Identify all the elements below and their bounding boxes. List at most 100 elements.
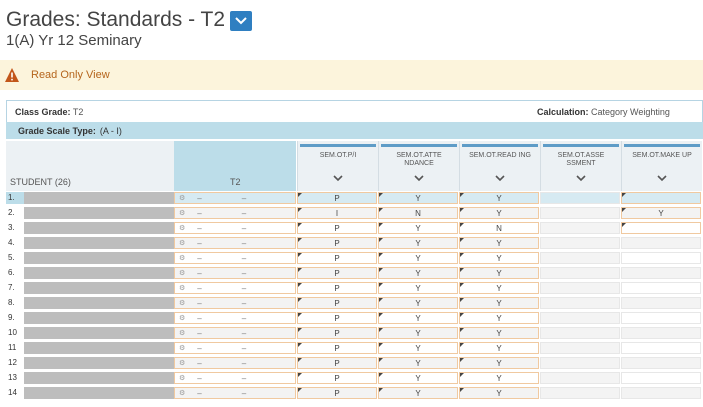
- standard-score-cell[interactable]: Y: [378, 267, 458, 279]
- standard-score-cell[interactable]: [621, 192, 701, 204]
- standard-score-cell[interactable]: [540, 237, 620, 249]
- gear-icon[interactable]: ⚙: [179, 374, 185, 382]
- student-name-redacted[interactable]: [24, 237, 174, 249]
- gear-icon[interactable]: ⚙: [179, 314, 185, 322]
- standard-score-cell[interactable]: [540, 297, 620, 309]
- standard-score-cell[interactable]: [540, 342, 620, 354]
- t2-grade-cell[interactable]: ⚙ – –: [174, 297, 296, 309]
- student-name-redacted[interactable]: [24, 267, 174, 279]
- standard-score-cell[interactable]: [540, 312, 620, 324]
- standard-score-cell[interactable]: P: [297, 282, 377, 294]
- standard-score-cell[interactable]: Y: [459, 387, 539, 399]
- standard-score-cell[interactable]: [621, 237, 701, 249]
- t2-grade-cell[interactable]: ⚙ – –: [174, 327, 296, 339]
- standard-score-cell[interactable]: Y: [378, 342, 458, 354]
- standard-score-cell[interactable]: Y: [459, 282, 539, 294]
- t2-grade-cell[interactable]: ⚙ – –: [174, 282, 296, 294]
- standard-score-cell[interactable]: P: [297, 387, 377, 399]
- gear-icon[interactable]: ⚙: [179, 284, 185, 292]
- standard-score-cell[interactable]: P: [297, 297, 377, 309]
- standard-score-cell[interactable]: Y: [378, 372, 458, 384]
- standard-score-cell[interactable]: Y: [378, 222, 458, 234]
- standard-score-cell[interactable]: Y: [459, 357, 539, 369]
- standard-score-cell[interactable]: [540, 192, 620, 204]
- standard-score-cell[interactable]: Y: [378, 312, 458, 324]
- standard-score-cell[interactable]: [621, 222, 701, 234]
- standard-score-cell[interactable]: [540, 327, 620, 339]
- standard-column-header[interactable]: SEM.OT.READ ING: [459, 141, 540, 191]
- standard-score-cell[interactable]: P: [297, 357, 377, 369]
- standard-score-cell[interactable]: [621, 372, 701, 384]
- gear-icon[interactable]: ⚙: [179, 329, 185, 337]
- standard-score-cell[interactable]: Y: [459, 267, 539, 279]
- standard-column-header[interactable]: SEM.OT.P/I: [297, 141, 378, 191]
- standard-score-cell[interactable]: P: [297, 222, 377, 234]
- standard-score-cell[interactable]: P: [297, 252, 377, 264]
- standard-score-cell[interactable]: [621, 342, 701, 354]
- student-column-header[interactable]: STUDENT (26): [6, 141, 174, 191]
- standard-score-cell[interactable]: Y: [378, 237, 458, 249]
- standard-score-cell[interactable]: Y: [378, 357, 458, 369]
- standard-score-cell[interactable]: P: [297, 327, 377, 339]
- standard-score-cell[interactable]: [540, 267, 620, 279]
- standard-score-cell[interactable]: [540, 372, 620, 384]
- standard-score-cell[interactable]: Y: [459, 192, 539, 204]
- standard-score-cell[interactable]: [540, 357, 620, 369]
- standard-score-cell[interactable]: [621, 297, 701, 309]
- standard-score-cell[interactable]: Y: [459, 252, 539, 264]
- gear-icon[interactable]: ⚙: [179, 254, 185, 262]
- standard-score-cell[interactable]: Y: [378, 327, 458, 339]
- gear-icon[interactable]: ⚙: [179, 344, 185, 352]
- t2-grade-cell[interactable]: ⚙ – –: [174, 357, 296, 369]
- chevron-down-icon[interactable]: [495, 175, 505, 182]
- standard-score-cell[interactable]: N: [459, 222, 539, 234]
- gear-icon[interactable]: ⚙: [179, 269, 185, 277]
- t2-grade-cell[interactable]: ⚙ – –: [174, 372, 296, 384]
- gear-icon[interactable]: ⚙: [179, 209, 185, 217]
- standard-score-cell[interactable]: [621, 282, 701, 294]
- standard-column-header[interactable]: SEM.OT.ATTE NDANCE: [378, 141, 459, 191]
- standard-column-header[interactable]: SEM.OT.MAKE UP: [621, 141, 702, 191]
- chevron-down-icon[interactable]: [414, 175, 424, 182]
- gear-icon[interactable]: ⚙: [179, 359, 185, 367]
- standard-score-cell[interactable]: Y: [378, 282, 458, 294]
- standard-score-cell[interactable]: [540, 207, 620, 219]
- student-name-redacted[interactable]: [24, 207, 174, 219]
- standard-score-cell[interactable]: I: [297, 207, 377, 219]
- t2-grade-cell[interactable]: ⚙ – –: [174, 207, 296, 219]
- standard-score-cell[interactable]: P: [297, 312, 377, 324]
- standard-score-cell[interactable]: Y: [378, 297, 458, 309]
- student-name-redacted[interactable]: [24, 312, 174, 324]
- t2-grade-cell[interactable]: ⚙ – –: [174, 192, 296, 204]
- standard-score-cell[interactable]: N: [378, 207, 458, 219]
- t2-grade-cell[interactable]: ⚙ – –: [174, 267, 296, 279]
- standard-score-cell[interactable]: [621, 387, 701, 399]
- standard-score-cell[interactable]: [540, 252, 620, 264]
- chevron-down-icon[interactable]: [657, 175, 667, 182]
- standard-score-cell[interactable]: Y: [378, 252, 458, 264]
- standard-score-cell[interactable]: Y: [378, 192, 458, 204]
- standard-score-cell[interactable]: P: [297, 192, 377, 204]
- standard-score-cell[interactable]: Y: [621, 207, 701, 219]
- standard-score-cell[interactable]: [540, 222, 620, 234]
- standard-score-cell[interactable]: [621, 312, 701, 324]
- standard-score-cell[interactable]: Y: [459, 237, 539, 249]
- standard-score-cell[interactable]: Y: [459, 327, 539, 339]
- student-name-redacted[interactable]: [24, 387, 174, 399]
- gear-icon[interactable]: ⚙: [179, 194, 185, 202]
- student-name-redacted[interactable]: [24, 327, 174, 339]
- standard-score-cell[interactable]: Y: [459, 372, 539, 384]
- student-name-redacted[interactable]: [24, 252, 174, 264]
- gear-icon[interactable]: ⚙: [179, 389, 185, 397]
- standard-score-cell[interactable]: P: [297, 267, 377, 279]
- student-name-redacted[interactable]: [24, 222, 174, 234]
- standard-score-cell[interactable]: P: [297, 342, 377, 354]
- standard-column-header[interactable]: SEM.OT.ASSE SSMENT: [540, 141, 621, 191]
- standard-score-cell[interactable]: [621, 267, 701, 279]
- standard-score-cell[interactable]: [621, 327, 701, 339]
- gear-icon[interactable]: ⚙: [179, 239, 185, 247]
- gear-icon[interactable]: ⚙: [179, 299, 185, 307]
- t2-grade-cell[interactable]: ⚙ – –: [174, 312, 296, 324]
- standard-score-cell[interactable]: Y: [459, 342, 539, 354]
- title-dropdown-button[interactable]: [230, 11, 253, 31]
